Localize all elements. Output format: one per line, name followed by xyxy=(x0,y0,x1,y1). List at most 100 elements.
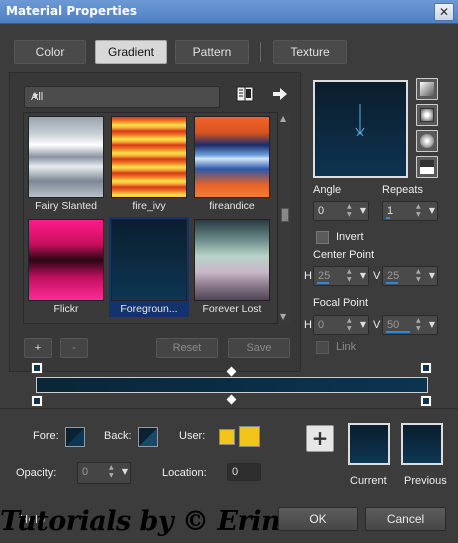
back-label: Back: xyxy=(104,430,132,442)
reset-button[interactable]: Reset xyxy=(156,338,218,358)
invert-label: Invert xyxy=(336,231,364,243)
add-stop-button[interactable]: + xyxy=(24,338,52,358)
chevron-down-icon[interactable]: ▼ xyxy=(280,312,286,321)
spin-arrows-icon[interactable]: ▲ ▼ xyxy=(416,268,424,284)
invert-checkbox[interactable] xyxy=(316,231,329,244)
chevron-down-icon[interactable]: ▼ xyxy=(122,467,128,476)
center-v-spinner[interactable]: 25 ▲ ▼ ▼ xyxy=(382,266,438,286)
center-h-label: H xyxy=(304,270,312,282)
chevron-down-icon[interactable]: ▼ xyxy=(360,320,366,329)
radial-style-button[interactable] xyxy=(416,156,438,178)
focal-point-label: Focal Point xyxy=(313,297,369,309)
focal-h-spinner[interactable]: 0 ▲ ▼ ▼ xyxy=(313,315,369,335)
watermark-text: Tutorials by © Erina xyxy=(0,506,298,537)
fore-swatch[interactable] xyxy=(65,427,85,447)
spin-arrows-icon[interactable]: ▲ ▼ xyxy=(416,317,424,333)
sunburst-style-button[interactable] xyxy=(416,130,438,152)
back-swatch[interactable] xyxy=(138,427,158,447)
chevron-down-icon[interactable]: ▼ xyxy=(429,271,435,280)
spin-arrows-icon[interactable]: ▲ ▼ xyxy=(347,203,355,219)
close-button[interactable]: ✕ xyxy=(434,3,454,21)
start-stop-bottom-marker[interactable] xyxy=(31,395,43,407)
repeats-spinner[interactable]: 1 ▲ ▼ ▼ xyxy=(382,201,438,221)
spin-arrows-icon[interactable]: ▲ ▼ xyxy=(109,464,117,480)
gradient-swatch xyxy=(194,219,270,301)
thumb-label: fireandice xyxy=(209,200,255,212)
category-dropdown[interactable]: All ▼ xyxy=(24,86,220,108)
value-bar xyxy=(317,282,329,284)
chevron-down-icon[interactable]: ▼ xyxy=(360,206,366,215)
thumb-label: Forever Lost xyxy=(202,303,262,315)
gradient-editor-bar[interactable] xyxy=(36,377,428,393)
ok-button[interactable]: OK xyxy=(278,507,358,531)
thumb-label: Foregroun... xyxy=(120,303,178,315)
spin-arrows-icon[interactable]: ▲ ▼ xyxy=(347,317,355,333)
center-point-label: Center Point xyxy=(313,249,375,261)
start-stop-top-marker[interactable] xyxy=(31,362,43,374)
window-title: Material Properties xyxy=(6,4,138,18)
fore-label: Fore: xyxy=(33,430,59,442)
gradient-swatch xyxy=(28,116,104,198)
focal-h-label: H xyxy=(304,319,312,331)
chevron-down-icon[interactable]: ▼ xyxy=(429,206,435,215)
rectangular-style-button[interactable] xyxy=(416,104,438,126)
tab-gradient[interactable]: Gradient xyxy=(95,40,167,64)
value-bar xyxy=(386,331,410,333)
location-value: 0 xyxy=(232,466,239,478)
current-swatch[interactable] xyxy=(348,423,390,465)
gradient-preview[interactable] xyxy=(313,80,408,178)
tab-divider xyxy=(260,42,261,62)
gradient-swatch xyxy=(111,116,187,198)
link-label: Link xyxy=(336,341,357,353)
thumb-label: fire_ivy xyxy=(132,200,166,212)
midpoint-bottom-marker[interactable] xyxy=(226,394,237,405)
end-stop-top-marker[interactable] xyxy=(420,362,432,374)
thumbnail-scrollbar[interactable]: ▲ ▼ xyxy=(279,112,291,324)
chevron-down-icon[interactable]: ▼ xyxy=(429,320,435,329)
tab-texture[interactable]: Texture xyxy=(273,40,347,64)
arrow-right-icon[interactable] xyxy=(272,86,288,102)
gradient-thumb-fireandice[interactable]: fireandice xyxy=(192,114,272,214)
center-h-spinner[interactable]: 25 ▲ ▼ ▼ xyxy=(313,266,369,286)
chevron-down-icon[interactable]: ▼ xyxy=(360,271,366,280)
angle-value: 0 xyxy=(318,205,325,217)
opacity-spinner[interactable]: 0 ▲ ▼ ▼ xyxy=(77,462,131,484)
scrollbar-thumb[interactable] xyxy=(281,208,289,222)
gradient-thumb-flickr[interactable]: Flickr xyxy=(26,217,106,317)
focal-v-label: V xyxy=(373,319,381,331)
remove-stop-button[interactable]: - xyxy=(60,338,88,358)
center-v-value: 25 xyxy=(387,270,400,282)
thumb-label: Flickr xyxy=(53,303,79,315)
thumb-label: Fairy Slanted xyxy=(35,200,97,212)
opacity-value: 0 xyxy=(82,466,89,478)
focal-v-value: 50 xyxy=(387,319,400,331)
location-input[interactable]: 0 xyxy=(227,463,261,481)
link-checkbox[interactable] xyxy=(316,341,329,354)
gradient-thumb-fire-ivy[interactable]: fire_ivy xyxy=(109,114,189,214)
gradient-swatch xyxy=(111,219,187,301)
previous-swatch[interactable] xyxy=(401,423,443,465)
spin-arrows-icon[interactable]: ▲ ▼ xyxy=(347,268,355,284)
linear-style-button[interactable] xyxy=(416,78,438,100)
gradient-thumb-forever-lost[interactable]: Forever Lost xyxy=(192,217,272,317)
previous-label: Previous xyxy=(404,475,447,487)
focal-v-spinner[interactable]: 50 ▲ ▼ ▼ xyxy=(382,315,438,335)
save-button[interactable]: Save xyxy=(228,338,290,358)
add-swatch-button[interactable]: + xyxy=(306,425,334,452)
angle-label: Angle xyxy=(313,184,342,196)
angle-spinner[interactable]: 0 ▲ ▼ ▼ xyxy=(313,201,369,221)
spin-arrows-icon[interactable]: ▲ ▼ xyxy=(416,203,424,219)
user-swatch-small[interactable] xyxy=(219,429,235,445)
end-stop-bottom-marker[interactable] xyxy=(420,395,432,407)
gradient-thumb-fairy-slanted[interactable]: Fairy Slanted xyxy=(26,114,106,214)
angle-handle-icon[interactable] xyxy=(315,82,406,176)
section-divider xyxy=(0,408,458,409)
cancel-button[interactable]: Cancel xyxy=(365,507,446,531)
chevron-up-icon[interactable]: ▲ xyxy=(280,114,286,123)
gradient-thumb-foreground[interactable]: Foregroun... xyxy=(109,217,189,317)
tab-color[interactable]: Color xyxy=(14,40,86,64)
library-icon[interactable] xyxy=(236,86,254,102)
location-label: Location: xyxy=(162,467,207,479)
tab-pattern[interactable]: Pattern xyxy=(175,40,249,64)
user-swatch-large[interactable] xyxy=(239,426,260,447)
